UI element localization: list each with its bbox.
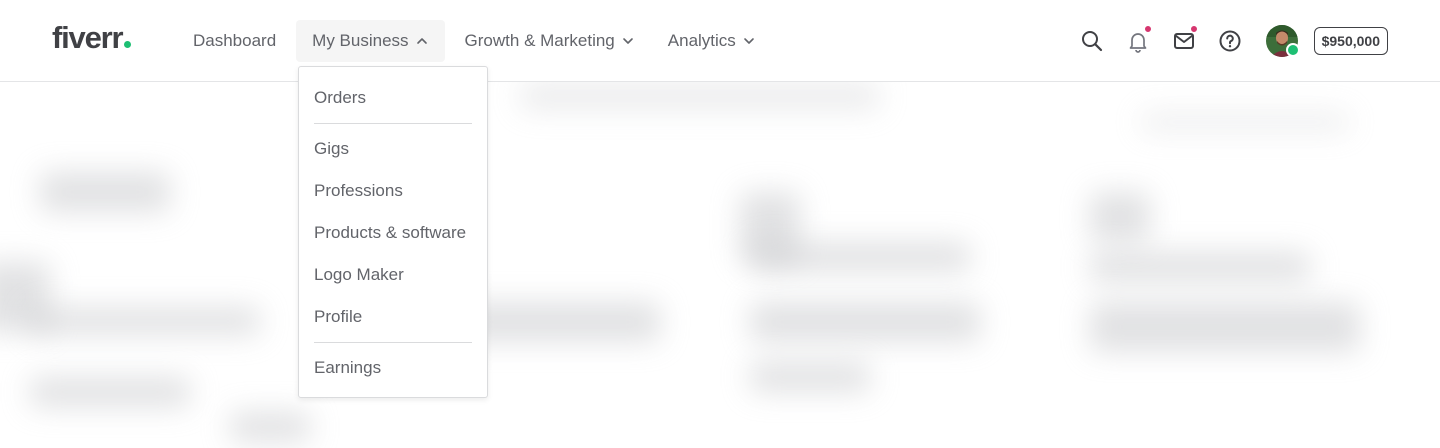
menu-item-gigs[interactable]: Gigs [299, 128, 487, 170]
nav-dashboard[interactable]: Dashboard [180, 20, 289, 62]
nav-growth-marketing[interactable]: Growth & Marketing [452, 20, 648, 62]
logo-text: fiverr [52, 20, 124, 55]
nav-growth-marketing-label: Growth & Marketing [464, 31, 615, 50]
chevron-up-icon [415, 34, 429, 48]
fiverr-logo[interactable]: fiverr [52, 20, 132, 55]
menu-item-profile[interactable]: Profile [299, 296, 487, 338]
menu-divider [314, 123, 472, 124]
notification-dot [1143, 25, 1152, 33]
logo-dot [124, 41, 132, 48]
menu-item-orders[interactable]: Orders [299, 77, 487, 119]
search-icon[interactable] [1080, 29, 1104, 53]
my-business-dropdown: Orders Gigs Professions Products & softw… [298, 66, 488, 398]
nav-analytics-label: Analytics [667, 31, 736, 50]
avatar[interactable] [1265, 25, 1300, 57]
bell-icon[interactable] [1126, 25, 1152, 53]
menu-item-products-software[interactable]: Products & software [299, 212, 487, 254]
chevron-down-icon [742, 34, 756, 48]
help-icon[interactable] [1218, 29, 1242, 53]
nav-my-business-label: My Business [312, 31, 409, 50]
balance-button[interactable]: $950,000 [1313, 27, 1388, 55]
chevron-down-icon [621, 34, 635, 48]
nav-analytics[interactable]: Analytics [655, 20, 769, 62]
message-dot [1189, 25, 1198, 33]
nav-dashboard-label: Dashboard [193, 31, 277, 50]
blurred-background [0, 82, 1440, 448]
mail-icon[interactable] [1172, 25, 1198, 53]
nav-my-business[interactable]: My Business [296, 20, 445, 62]
menu-item-professions[interactable]: Professions [299, 170, 487, 212]
online-status-dot [1285, 43, 1300, 57]
main-nav: Dashboard My Business Growth & Marketing… [180, 20, 769, 62]
menu-item-earnings[interactable]: Earnings [299, 347, 487, 389]
top-header: fiverr Dashboard My Business Growth & Ma… [0, 0, 1440, 82]
menu-divider [314, 342, 472, 343]
header-tools: $950,000 [1080, 24, 1388, 58]
menu-item-logo-maker[interactable]: Logo Maker [299, 254, 487, 296]
